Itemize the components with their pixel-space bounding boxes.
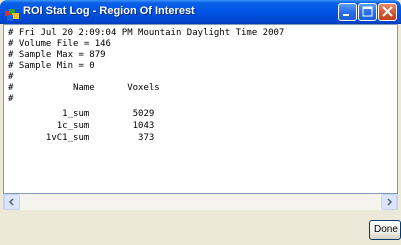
maximize-icon: [362, 6, 373, 17]
log-data-row: 1_sum 5029: [8, 109, 155, 119]
minimize-button[interactable]: [338, 3, 357, 21]
title-bar[interactable]: ROI Stat Log - Region Of Interest: [0, 0, 401, 24]
maximize-button[interactable]: [358, 3, 377, 21]
minimize-icon: [343, 14, 349, 16]
log-line: #: [8, 72, 14, 82]
horizontal-scrollbar[interactable]: [3, 194, 398, 210]
log-header-row: # Name Voxels: [8, 83, 160, 93]
log-line: # Fri Jul 20 2:09:04 PM Mountain Dayligh…: [8, 28, 285, 38]
log-data-row: 1c_sum 1043: [8, 121, 155, 131]
window-title: ROI Stat Log - Region Of Interest: [23, 5, 195, 17]
scroll-left-button[interactable]: [4, 194, 20, 210]
close-button[interactable]: [378, 3, 397, 21]
log-line: # Sample Min = 0: [8, 61, 95, 71]
color-palette-icon: [5, 6, 19, 21]
chevron-left-icon: [8, 198, 14, 206]
window-client-area: # Fri Jul 20 2:09:04 PM Mountain Dayligh…: [3, 24, 398, 242]
log-text-area[interactable]: # Fri Jul 20 2:09:04 PM Mountain Dayligh…: [3, 24, 398, 194]
chevron-right-icon: [387, 198, 393, 206]
done-button[interactable]: Done: [369, 220, 401, 240]
log-line: # Sample Max = 879: [8, 50, 106, 60]
roi-stat-log-window: ROI Stat Log - Region Of Interest # Fri …: [0, 0, 401, 245]
log-data-row: 1vC1_sum 373: [8, 133, 155, 143]
close-icon: [382, 6, 393, 17]
log-line: # Volume File = 146: [8, 39, 111, 49]
log-line: #: [8, 94, 14, 104]
scroll-right-button[interactable]: [381, 194, 397, 210]
